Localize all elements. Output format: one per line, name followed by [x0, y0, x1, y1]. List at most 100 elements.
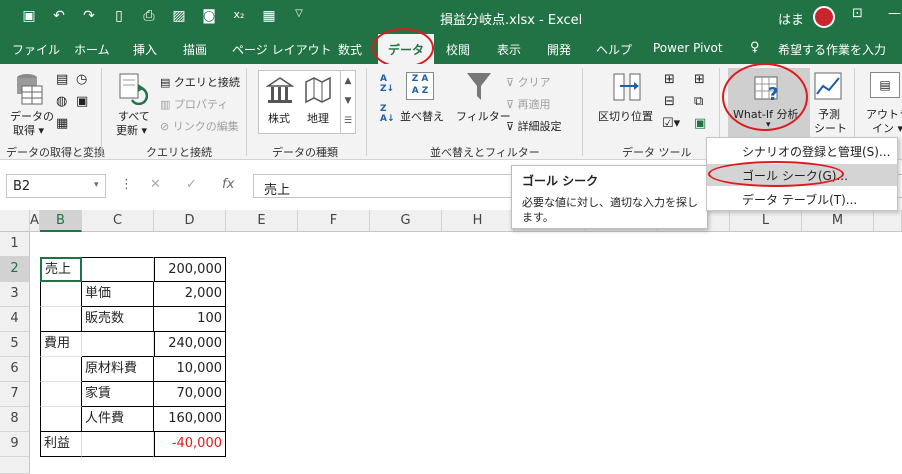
cell-D5[interactable]: 240,000 — [154, 332, 226, 357]
calculator-icon[interactable]: ▦ — [260, 8, 278, 24]
row-header[interactable]: 7 — [0, 382, 30, 407]
row-header[interactable]: 1 — [0, 232, 30, 257]
cell-C4[interactable]: 販売数 — [82, 307, 154, 332]
cell-B6[interactable] — [40, 357, 82, 382]
outline-icon[interactable]: ▤ — [870, 72, 900, 98]
cell-D7[interactable]: 70,000 — [154, 382, 226, 407]
select-all-corner[interactable] — [0, 210, 30, 232]
new-icon[interactable]: ▯ — [110, 8, 128, 24]
forecast-sheet-icon[interactable] — [814, 72, 844, 105]
outline-label2[interactable]: イン ▾ — [872, 120, 902, 136]
redo-icon[interactable]: ↷ — [80, 8, 98, 24]
cell-D4[interactable]: 100 — [154, 307, 226, 332]
cell-D8[interactable]: 160,000 — [154, 407, 226, 432]
manage-data-model-icon[interactable]: ▣ — [694, 116, 706, 131]
filter-icon[interactable] — [466, 72, 492, 105]
remove-duplicates-icon[interactable]: ⊟ — [664, 94, 675, 109]
undo-icon[interactable]: ↶ — [50, 8, 68, 24]
column-header-H[interactable]: H — [442, 210, 514, 232]
stock-button[interactable]: 株式 — [268, 110, 290, 126]
tab-file[interactable]: ファイル — [12, 41, 60, 58]
row-header[interactable]: 9 — [0, 432, 30, 457]
from-text-icon[interactable]: ▤ — [56, 72, 68, 87]
row-header[interactable]: 2 — [0, 257, 30, 282]
avatar[interactable] — [813, 6, 835, 28]
cell-B4[interactable] — [40, 307, 82, 332]
sort-button[interactable]: 並べ替え — [400, 108, 444, 124]
tab-formulas[interactable]: 数式 — [338, 41, 362, 58]
filter-button[interactable]: フィルター — [456, 108, 511, 124]
queries-connections-button[interactable]: ▤ クエリと接続 — [160, 74, 240, 90]
enter-icon[interactable]: ✓ — [186, 177, 197, 192]
refresh-all-label2[interactable]: 更新 ▾ — [116, 122, 147, 138]
cell-B5[interactable]: 費用 — [40, 332, 82, 357]
geography-icon[interactable] — [304, 76, 332, 107]
print-preview-icon[interactable]: ⎙ — [140, 8, 158, 24]
cell-D9[interactable]: -40,000 — [154, 432, 226, 457]
ribbon-display-icon[interactable]: ⊡ — [852, 6, 863, 21]
tab-developer[interactable]: 開発 — [547, 41, 571, 58]
relationships-icon[interactable]: ⧉ — [694, 94, 703, 109]
qat-dropdown-icon[interactable]: ▽ — [290, 8, 308, 24]
insert-function-icon[interactable]: fx — [222, 177, 234, 192]
cell-C9[interactable] — [82, 432, 154, 457]
row-header[interactable]: 3 — [0, 282, 30, 307]
camera-icon[interactable]: ◙ — [200, 8, 218, 24]
text-to-columns-button[interactable]: 区切り位置 — [598, 108, 653, 124]
tab-help[interactable]: ヘルプ — [596, 41, 632, 58]
tell-me-input[interactable]: 希望する作業を入力 — [778, 41, 886, 58]
column-header-A[interactable]: A — [30, 210, 40, 232]
user-name[interactable]: はま — [778, 9, 804, 28]
cell-B8[interactable] — [40, 407, 82, 432]
geography-button[interactable]: 地理 — [307, 110, 329, 126]
from-web-icon[interactable]: ◍ — [56, 94, 67, 109]
get-data-icon[interactable] — [14, 72, 44, 106]
cell-D6[interactable]: 10,000 — [154, 357, 226, 382]
name-box[interactable]: B2 — [6, 174, 106, 198]
row-header[interactable]: 6 — [0, 357, 30, 382]
column-header-E[interactable]: E — [226, 210, 298, 232]
name-box-dropdown-icon[interactable]: ▾ — [94, 180, 99, 190]
row-header[interactable]: 5 — [0, 332, 30, 357]
cell-C8[interactable]: 人件費 — [82, 407, 154, 432]
flash-fill-icon[interactable]: ⊞ — [664, 72, 675, 87]
consolidate-icon[interactable]: ⊞ — [694, 72, 705, 87]
advanced-filter-button[interactable]: ⊽ 詳細設定 — [506, 118, 562, 134]
tab-page-layout[interactable]: ページ レイアウト — [232, 41, 332, 58]
tab-review[interactable]: 校閲 — [446, 41, 470, 58]
tab-power-pivot[interactable]: Power Pivot — [653, 41, 723, 55]
menu-item-data-table[interactable]: データ テーブル(T)... — [707, 188, 897, 210]
get-data-button-label2[interactable]: 取得 ▾ — [13, 122, 44, 138]
column-header-L[interactable]: L — [730, 210, 802, 232]
cell-D2[interactable]: 200,000 — [154, 257, 226, 282]
cancel-icon[interactable]: ✕ — [150, 177, 161, 192]
cell-C3[interactable]: 単価 — [82, 282, 154, 307]
existing-connections-icon[interactable]: ▣ — [76, 94, 88, 109]
data-validation-icon[interactable]: ☑▾ — [662, 116, 680, 131]
column-header-B[interactable]: B — [40, 210, 82, 232]
row-header[interactable]: 4 — [0, 307, 30, 332]
cell-B2[interactable]: 売上 — [40, 257, 82, 282]
column-header-M[interactable]: M — [802, 210, 874, 232]
picture-icon[interactable]: ▨ — [170, 8, 188, 24]
tab-insert[interactable]: 挿入 — [133, 41, 157, 58]
formula-bar-grip-icon[interactable]: ⋮ — [120, 177, 133, 192]
cell-D3[interactable]: 2,000 — [154, 282, 226, 307]
row-header[interactable]: 8 — [0, 407, 30, 432]
from-table-icon[interactable]: ▦ — [56, 116, 68, 131]
cell-C7[interactable]: 家賃 — [82, 382, 154, 407]
stock-icon[interactable] — [265, 76, 295, 107]
column-header-C[interactable]: C — [82, 210, 154, 232]
forecast-label2[interactable]: シート — [814, 120, 847, 136]
column-header-D[interactable]: D — [154, 210, 226, 232]
cell-C6[interactable]: 原材料費 — [82, 357, 154, 382]
subscript-icon[interactable]: x₂ — [230, 8, 248, 24]
sort-icon[interactable]: Z AA Z — [406, 72, 434, 100]
cell-C2[interactable] — [82, 257, 154, 282]
cell-C5[interactable] — [82, 332, 154, 357]
sort-ascending-icon[interactable]: A Z↓ — [380, 74, 394, 94]
cell-B9[interactable]: 利益 — [40, 432, 82, 457]
refresh-all-icon[interactable] — [118, 72, 149, 106]
tab-draw[interactable]: 描画 — [183, 41, 207, 58]
save-icon[interactable]: ▣ — [20, 8, 38, 24]
